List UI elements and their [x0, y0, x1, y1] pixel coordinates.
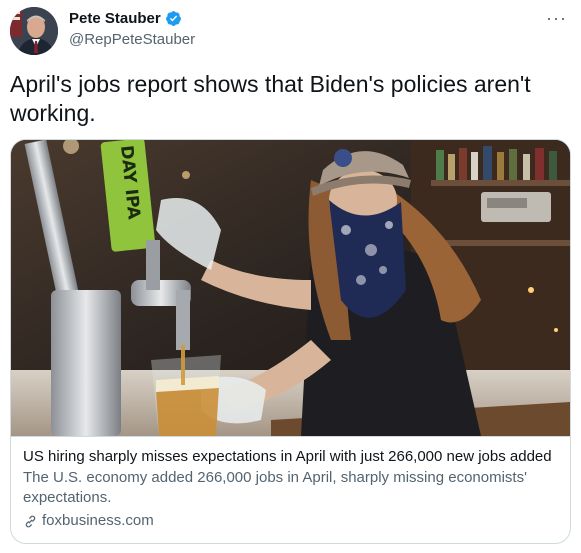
author-name-row: Pete Stauber	[69, 10, 182, 27]
card-domain[interactable]: foxbusiness.com	[42, 511, 154, 531]
avatar[interactable]	[10, 7, 58, 55]
card-description: The U.S. economy added 266,000 jobs in A…	[23, 469, 527, 506]
card-body[interactable]: US hiring sharply misses expectations in…	[11, 436, 570, 531]
link-icon	[23, 514, 38, 529]
tweet: Pete Stauber @RepPeteStauber ··· April's…	[0, 0, 581, 553]
more-options-icon[interactable]: ···	[546, 8, 567, 29]
verified-badge-icon	[165, 10, 182, 27]
card-title[interactable]: US hiring sharply misses expectations in…	[23, 447, 558, 467]
author-handle[interactable]: @RepPeteStauber	[69, 31, 195, 48]
card-domain-row: foxbusiness.com	[23, 511, 558, 531]
tweet-text: April's jobs report shows that Biden's p…	[10, 71, 531, 126]
link-card[interactable]: DAY IPA US hiring sharply misses expecta…	[10, 139, 571, 544]
author-display-name[interactable]: Pete Stauber	[69, 10, 161, 27]
card-image[interactable]: DAY IPA	[11, 140, 570, 436]
